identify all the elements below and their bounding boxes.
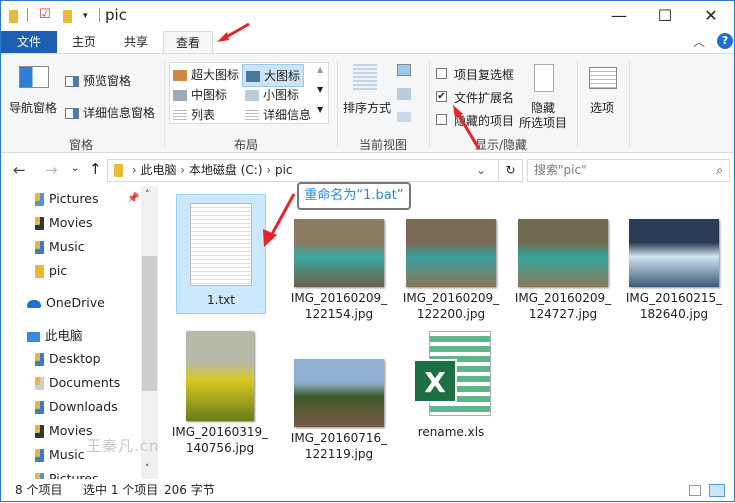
large-icons-view-toggle[interactable] — [709, 484, 725, 497]
arrow-to-view-tab — [217, 22, 250, 42]
annotation-arrows — [217, 22, 481, 247]
details-view-toggle[interactable] — [689, 485, 701, 496]
selected-count: 选中 1 个项目 — [83, 483, 159, 497]
arrow-to-file — [263, 193, 296, 247]
item-count: 8 个项目 — [15, 483, 63, 497]
selected-size: 206 字节 — [164, 483, 215, 497]
explorer-window: ☑ ▾ pic — ☐ ✕ 文件 主页 共享 查看 ︿ ? 导航窗格 预览窗格 … — [0, 0, 735, 502]
status-bar: 8 个项目 选中 1 个项目 206 字节 — [1, 479, 734, 502]
arrow-to-extensions — [453, 105, 481, 150]
